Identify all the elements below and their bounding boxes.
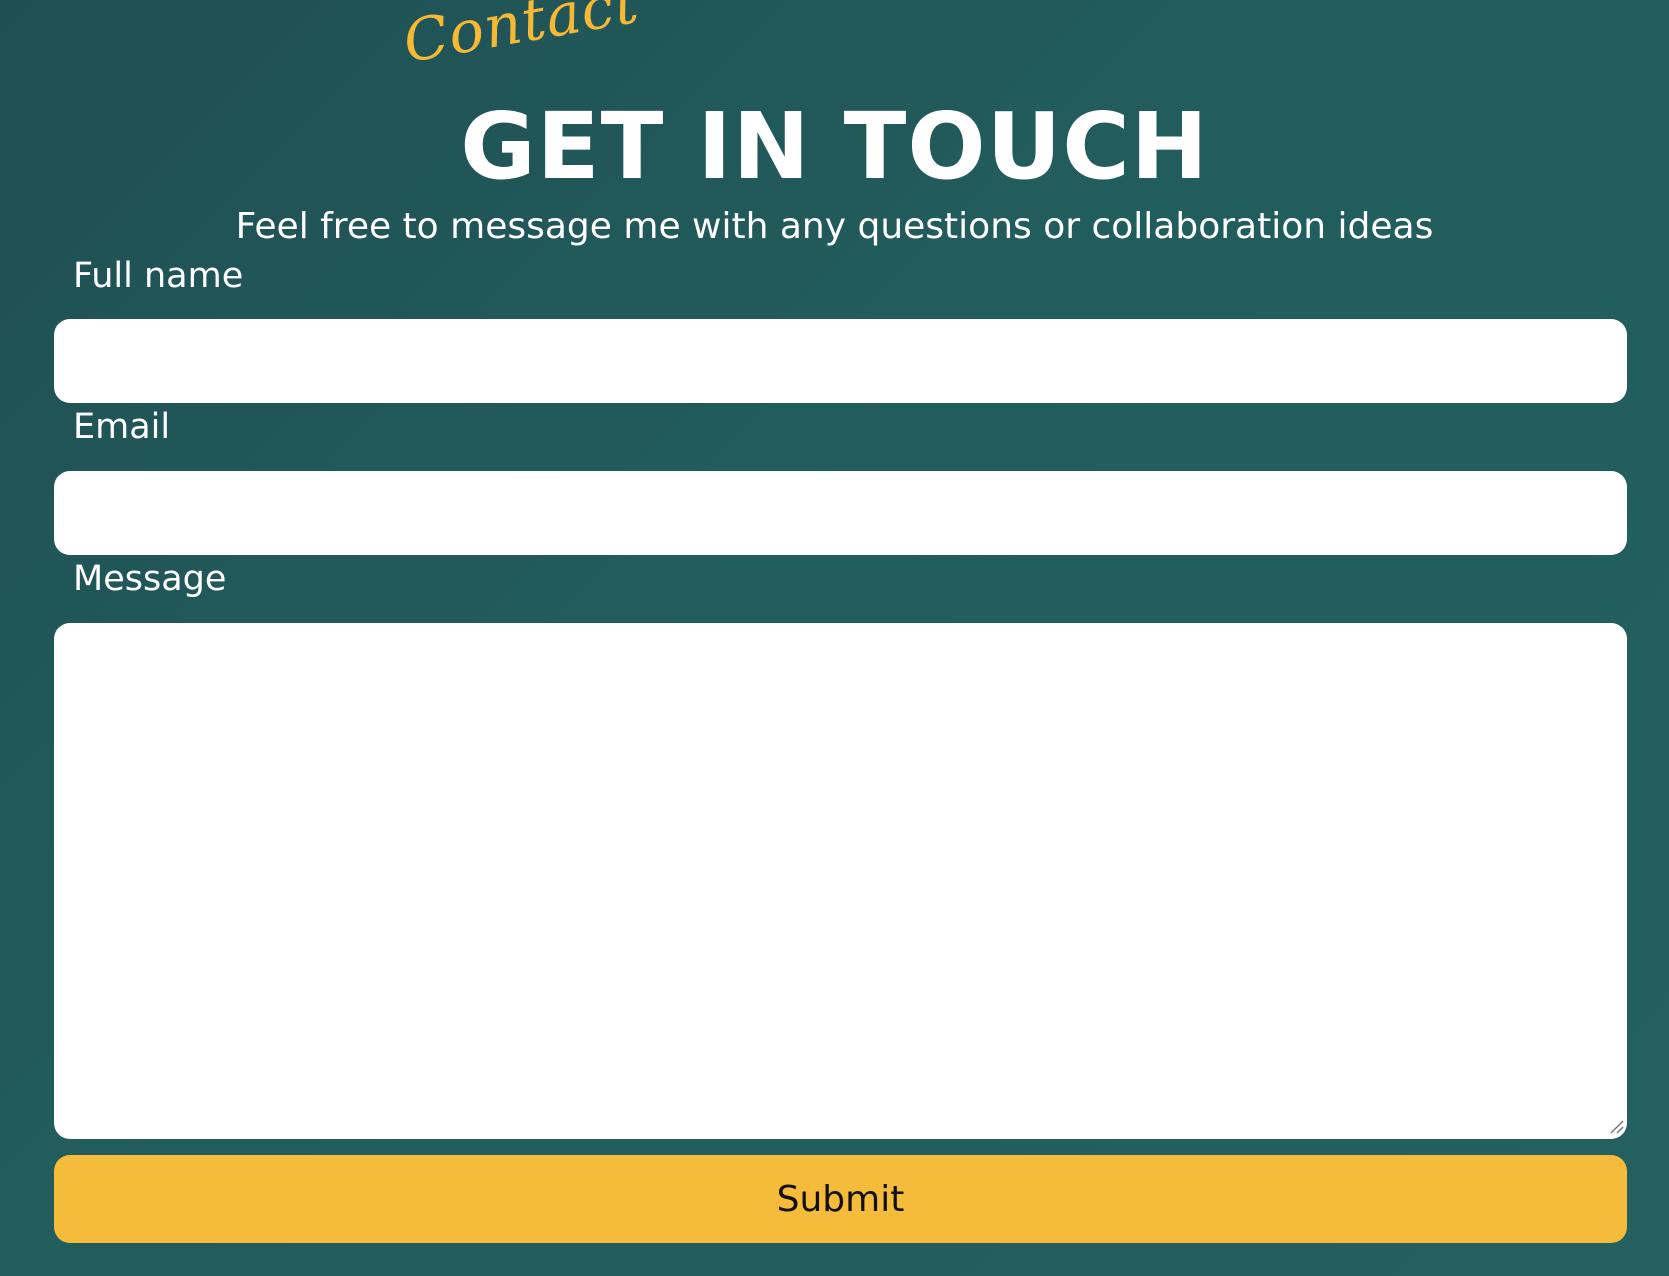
full-name-label: Full name [73, 256, 244, 296]
message-textarea[interactable] [54, 623, 1627, 1139]
page-title: GET IN TOUCH [460, 93, 1209, 200]
resize-handle-icon[interactable] [1608, 1118, 1624, 1134]
full-name-input[interactable] [54, 319, 1627, 403]
message-label: Message [73, 559, 227, 599]
email-input[interactable] [54, 471, 1627, 555]
contact-section: Contact GET IN TOUCH Feel free to messag… [0, 0, 1669, 1276]
submit-button[interactable]: Submit [54, 1155, 1627, 1243]
email-label: Email [73, 407, 171, 447]
page-subtitle: Feel free to message me with any questio… [235, 206, 1434, 247]
contact-script-label: Contact [398, 0, 644, 76]
